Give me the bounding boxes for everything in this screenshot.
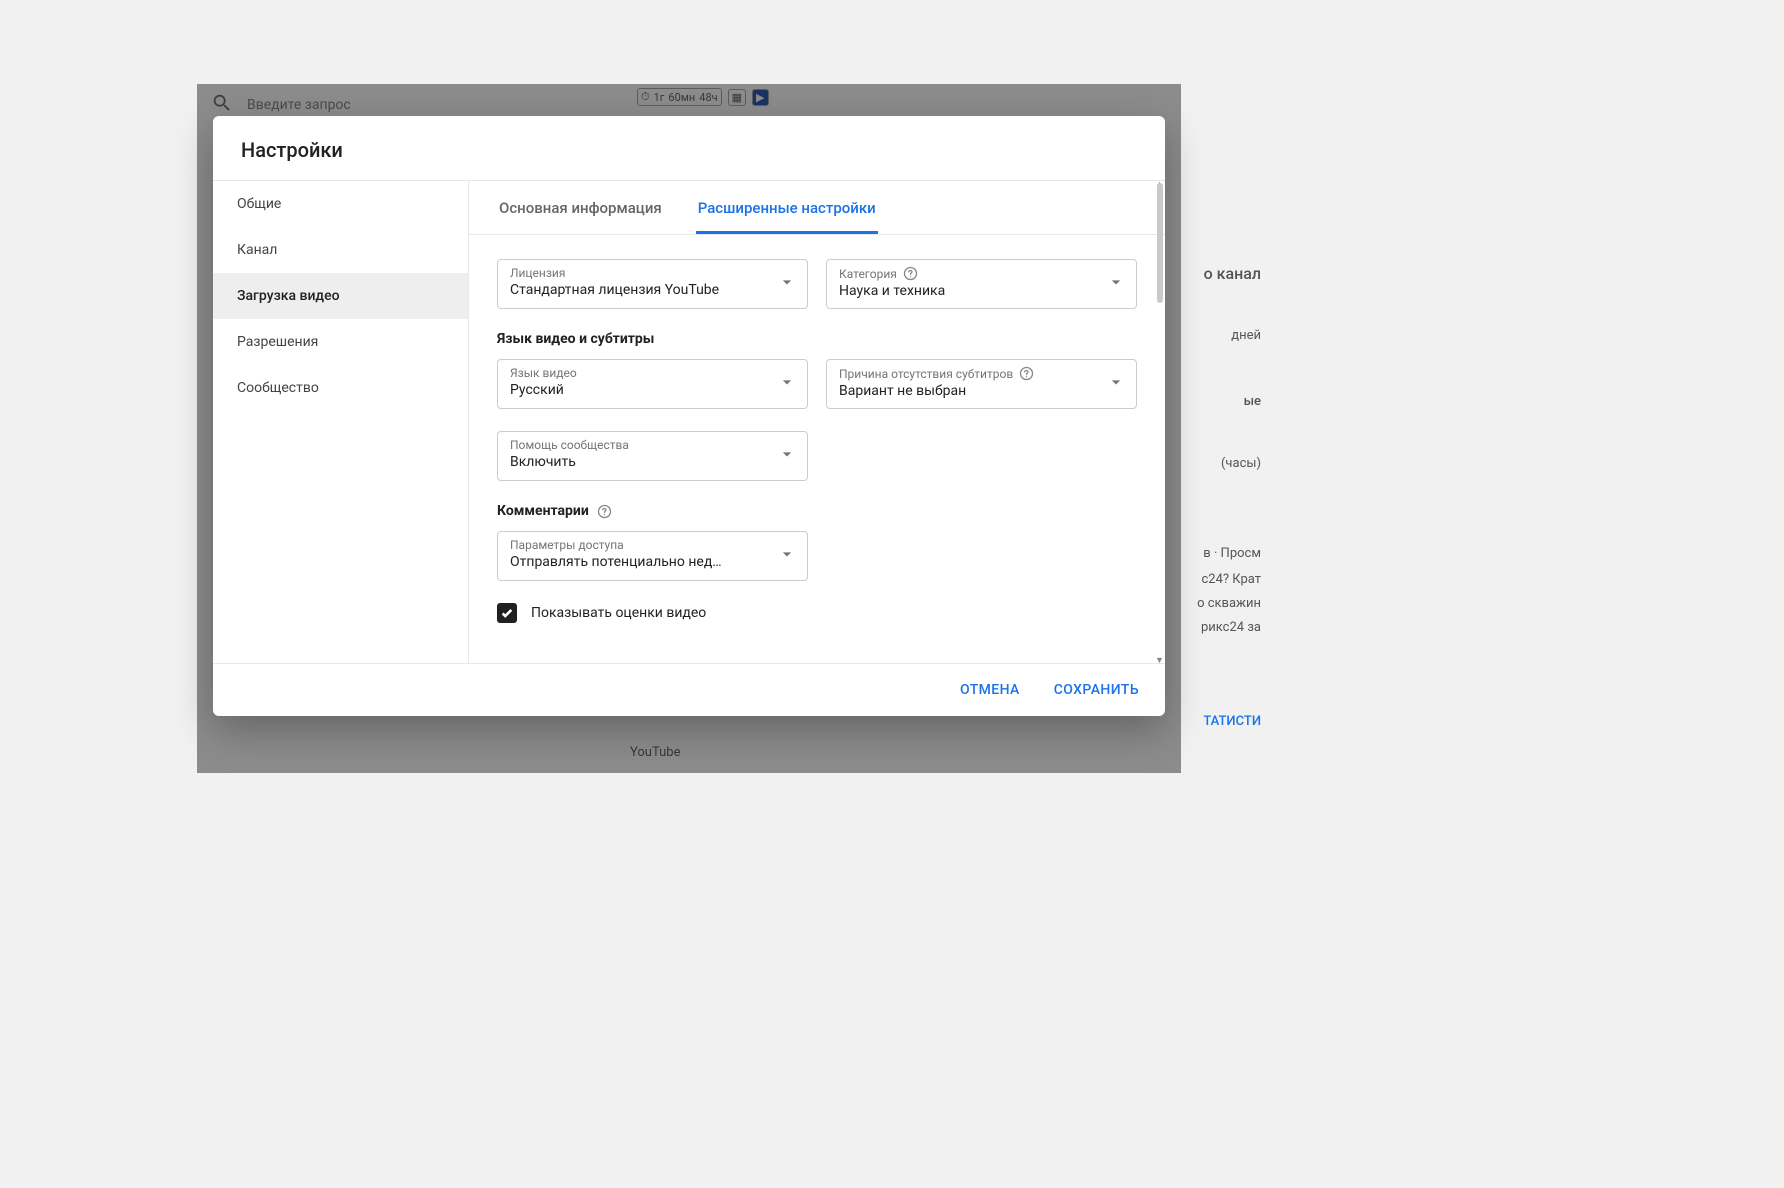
caption-absent-label: Причина отсутствия субтитров <box>839 366 1096 381</box>
chevron-down-icon <box>777 544 797 568</box>
comment-access-label: Параметры доступа <box>510 538 767 552</box>
help-icon[interactable] <box>903 266 918 281</box>
dialog-content: Основная информация Расширенные настройк… <box>469 181 1165 663</box>
tabs: Основная информация Расширенные настройк… <box>469 181 1165 235</box>
background-screenshot: Введите запрос ⏱1г60мн48ч ▦ ▶ о канал дн… <box>197 84 1181 773</box>
tab-basic-info[interactable]: Основная информация <box>497 181 664 234</box>
chevron-down-icon <box>777 372 797 396</box>
settings-dialog: Настройки Общие Канал Загрузка видео Раз… <box>213 116 1165 716</box>
scroll-down-icon[interactable]: ▼ <box>1155 655 1165 663</box>
checkbox-checked-icon[interactable] <box>497 603 517 623</box>
chevron-down-icon <box>1106 272 1126 296</box>
save-button[interactable]: СОХРАНИТЬ <box>1048 674 1145 706</box>
caption-certification-dropdown[interactable]: Причина отсутствия субтитров Вариант не … <box>826 359 1137 409</box>
video-language-dropdown[interactable]: Язык видео Русский <box>497 359 808 409</box>
caption-absent-value: Вариант не выбран <box>839 383 1096 399</box>
category-dropdown[interactable]: Категория Наука и техника <box>826 259 1137 309</box>
category-value: Наука и техника <box>839 283 1096 299</box>
cancel-button[interactable]: ОТМЕНА <box>954 674 1026 706</box>
comments-section-title: Комментарии <box>497 503 1137 519</box>
community-help-dropdown[interactable]: Помощь сообщества Включить <box>497 431 808 481</box>
tab-advanced-settings[interactable]: Расширенные настройки <box>696 181 878 234</box>
dialog-title: Настройки <box>213 116 1165 180</box>
scrollbar-thumb[interactable] <box>1157 235 1163 303</box>
show-ratings-label: Показывать оценки видео <box>531 605 706 621</box>
comment-access-value: Отправлять потенциально нед… <box>510 554 767 570</box>
sidebar-item-upload[interactable]: Загрузка видео <box>213 273 468 319</box>
license-value: Стандартная лицензия YouTube <box>510 282 767 298</box>
chevron-down-icon <box>777 444 797 468</box>
license-label: Лицензия <box>510 266 767 280</box>
sidebar-item-community[interactable]: Сообщество <box>213 365 468 411</box>
dialog-footer: ОТМЕНА СОХРАНИТЬ <box>213 663 1165 716</box>
dialog-sidebar: Общие Канал Загрузка видео Разрешения Со… <box>213 181 469 663</box>
content-scroll[interactable]: ▲ Лицензия Стандартная лицензия YouTube … <box>469 235 1165 663</box>
video-language-value: Русский <box>510 382 767 398</box>
sidebar-item-channel[interactable]: Канал <box>213 227 468 273</box>
show-ratings-row[interactable]: Показывать оценки видео <box>497 603 1137 623</box>
category-label: Категория <box>839 266 1096 281</box>
help-icon[interactable] <box>1019 366 1034 381</box>
chevron-down-icon <box>777 272 797 296</box>
community-help-label: Помощь сообщества <box>510 438 767 452</box>
chevron-down-icon <box>1106 372 1126 396</box>
sidebar-item-permissions[interactable]: Разрешения <box>213 319 468 365</box>
help-icon[interactable] <box>597 504 612 519</box>
comment-access-dropdown[interactable]: Параметры доступа Отправлять потенциальн… <box>497 531 808 581</box>
license-dropdown[interactable]: Лицензия Стандартная лицензия YouTube <box>497 259 808 309</box>
lang-section-title: Язык видео и субтитры <box>497 331 1137 347</box>
video-language-label: Язык видео <box>510 366 767 380</box>
sidebar-item-general[interactable]: Общие <box>213 181 468 227</box>
community-help-value: Включить <box>510 454 767 470</box>
